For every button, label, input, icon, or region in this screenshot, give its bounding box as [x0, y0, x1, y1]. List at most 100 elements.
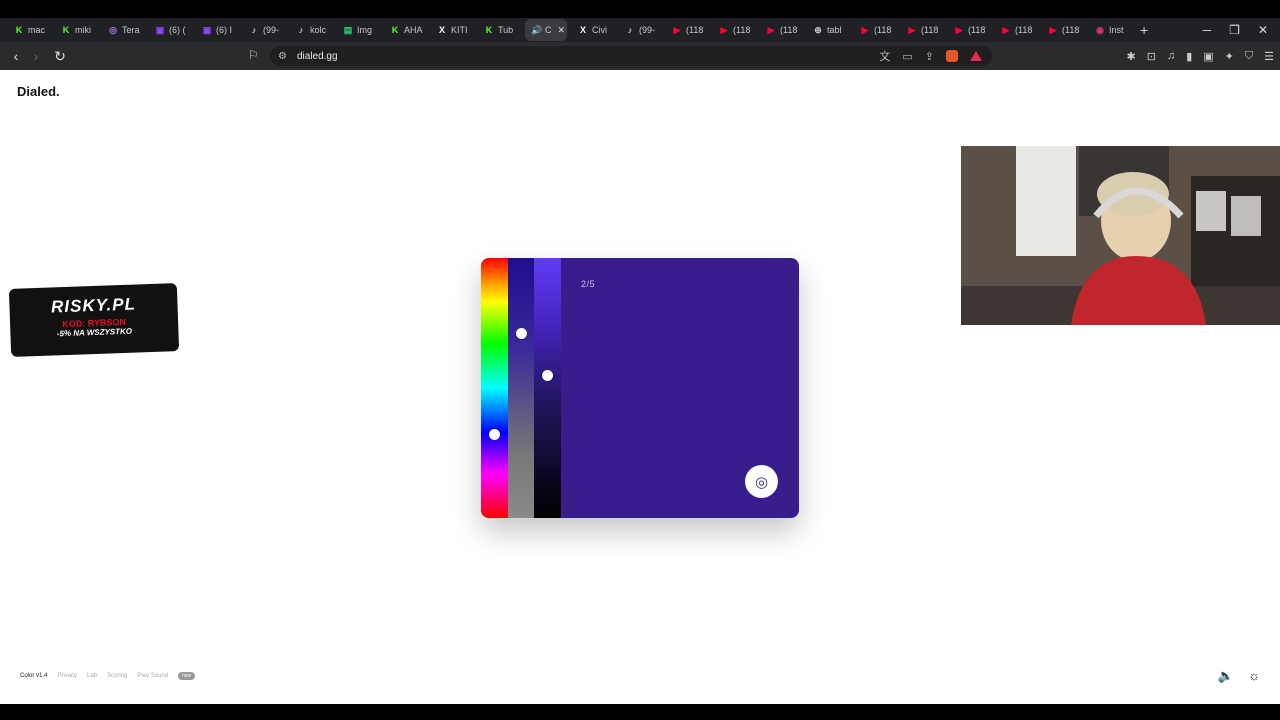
saturation-handle[interactable] — [516, 327, 527, 339]
browser-tab[interactable]: ▤ Img — [337, 19, 379, 41]
tab-label: Civi — [592, 25, 607, 35]
streamer-webcam — [961, 146, 1280, 325]
browser-tab[interactable]: ▶ (118 — [1042, 19, 1084, 41]
browser-tab[interactable]: X Civi — [572, 19, 614, 41]
tab-label: (118 — [733, 25, 751, 35]
forward-icon[interactable]: › — [26, 48, 46, 64]
tab-label: (118 — [1062, 25, 1080, 35]
url-bar[interactable]: ⚙ dialed.gg 文 ▭ ⇪ — [270, 46, 992, 66]
lightness-slider[interactable] — [534, 258, 561, 518]
vpn-icon[interactable]: ⛉ — [1245, 50, 1253, 63]
new-tab-button[interactable]: + — [1140, 22, 1148, 38]
extensions-icon[interactable]: ✱ — [1127, 50, 1136, 63]
minimize-icon[interactable]: ─ — [1203, 23, 1212, 37]
browser-tab[interactable]: Kmiki — [55, 19, 97, 41]
browser-tab[interactable]: ▣ (6) ( — [149, 19, 191, 41]
browser-tab[interactable]: ⊕ tabl — [807, 19, 849, 41]
browser-tab[interactable]: ▶ (118 — [948, 19, 990, 41]
site-logo[interactable]: Dialed. — [17, 84, 60, 99]
share-icon[interactable]: ⇪ — [925, 50, 934, 63]
cast-icon[interactable]: ▭ — [902, 50, 912, 63]
tab-label: Tub — [498, 25, 514, 35]
tab-favicon-icon: ◎ — [109, 25, 117, 35]
address-toolbar: ‹ › ↻ ⚐ ⚙ dialed.gg 文 ▭ ⇪ ✱ ⊡ ♫ ▮ ▣ ✦ ⛉ … — [0, 42, 1280, 70]
footer-link-lab[interactable]: Lab — [87, 673, 97, 679]
browser-tab[interactable]: ▶ (118 — [713, 19, 755, 41]
browser-tab[interactable]: ▶ (118 — [854, 19, 896, 41]
bottom-black-bar — [0, 704, 1280, 720]
sponsor-banner: RISKY.PL KOD: RYBSON -5% NA WSZYSTKO — [8, 283, 180, 357]
browser-tab[interactable]: ♪ kolc — [290, 19, 332, 41]
browser-tab[interactable]: K Tub — [478, 19, 520, 41]
brave-shields-icon[interactable] — [946, 50, 958, 62]
page-content: Dialed. RISKY.PL KOD: RYBSON -5% NA WSZY… — [0, 70, 1280, 704]
leo-ai-icon[interactable]: ✦ — [1225, 50, 1234, 63]
media-icon[interactable]: ♫ — [1167, 50, 1175, 62]
browser-tab[interactable]: ◎ Tera — [102, 19, 144, 41]
translate-icon[interactable]: 文 — [879, 48, 890, 64]
extensions-toolbar: ✱ ⊡ ♫ ▮ ▣ ✦ ⛉ ☰ — [1127, 46, 1275, 66]
browser-tab[interactable]: ♪ (99- — [243, 19, 285, 41]
footer-link-scoring[interactable]: Scoring — [107, 673, 127, 679]
tab-label: (6) ( — [169, 25, 186, 35]
browser-tab[interactable]: ▣ (6) I — [196, 19, 238, 41]
footer-link-play-sound[interactable]: Play Sound — [137, 673, 168, 679]
new-badge: new — [178, 672, 196, 680]
browser-tab[interactable]: ▶ (118 — [901, 19, 943, 41]
tab-favicon-icon: ▶ — [767, 25, 775, 35]
tab-label: Img — [357, 25, 373, 35]
browser-tab[interactable]: Kmac — [8, 19, 50, 41]
tab-label: kolc — [310, 25, 327, 35]
sound-icon[interactable]: 🔈 — [1218, 668, 1234, 684]
reload-icon[interactable]: ↻ — [50, 48, 70, 65]
wallet-icon[interactable]: ▣ — [1203, 50, 1213, 63]
brave-rewards-icon[interactable] — [970, 51, 982, 61]
saturation-slider[interactable] — [508, 258, 534, 518]
tab-favicon-icon: K — [62, 25, 70, 35]
sidebar-icon[interactable]: ▮ — [1186, 50, 1192, 63]
tab-label: KITI — [451, 25, 468, 35]
tab-favicon-icon: ▶ — [1049, 25, 1057, 35]
tab-label: (118 — [968, 25, 986, 35]
tab-label: (118 — [1015, 25, 1033, 35]
tab-favicon-icon: K — [391, 25, 399, 35]
tab-favicon-icon: ▣ — [202, 25, 212, 35]
tab-strip: Kmac Kmiki ◎ Tera ▣ (6) (▣ (6) I ♪ (99- ♪ kolc ▤ Img… — [0, 18, 1280, 42]
top-black-bar — [0, 0, 1280, 18]
browser-tab[interactable]: ▶ (118 — [760, 19, 802, 41]
submit-button[interactable]: ◎ — [745, 465, 778, 498]
version-label: Color v1.4 — [20, 673, 48, 679]
browser-tab[interactable]: 🔊 C ✕ — [525, 19, 567, 41]
back-icon[interactable]: ‹ — [6, 48, 26, 64]
tab-close-icon[interactable]: ✕ — [558, 25, 566, 36]
tab-label: (118 — [686, 25, 704, 35]
site-settings-icon[interactable]: ⚙ — [278, 51, 287, 62]
close-window-icon[interactable]: ✕ — [1258, 23, 1268, 37]
tab-label: AHA — [404, 25, 423, 35]
tab-label: Tera — [122, 25, 140, 35]
tab-label: (99- — [639, 25, 656, 35]
screenshot-icon[interactable]: ⊡ — [1147, 50, 1156, 63]
theme-toggle-icon[interactable]: ☼ — [1248, 668, 1260, 684]
restore-icon[interactable]: ❐ — [1229, 23, 1240, 37]
tab-label: tabl — [827, 25, 842, 35]
browser-tab[interactable]: K AHA — [384, 19, 426, 41]
tab-label: Inst — [1109, 25, 1124, 35]
browser-tab[interactable]: X KITI — [431, 19, 473, 41]
hue-handle[interactable] — [489, 429, 500, 441]
hue-slider[interactable] — [481, 258, 508, 518]
menu-icon[interactable]: ☰ — [1264, 50, 1274, 63]
color-picker-card: 2/5 ◎ — [481, 258, 799, 518]
tab-favicon-icon: ▶ — [861, 25, 869, 35]
tab-favicon-icon: ▶ — [720, 25, 728, 35]
browser-tab[interactable]: ♪ (99- — [619, 19, 661, 41]
lightness-handle[interactable] — [542, 369, 553, 381]
target-icon: ◎ — [754, 473, 769, 491]
browser-tab[interactable]: ◉ Inst — [1089, 19, 1131, 41]
browser-tab[interactable]: ▶ (118 — [995, 19, 1037, 41]
tab-label: miki — [75, 25, 91, 35]
footer-link-privacy[interactable]: Privacy — [57, 673, 77, 679]
bookmark-icon[interactable]: ⚐ — [248, 48, 259, 62]
browser-tab[interactable]: ▶ (118 — [666, 19, 708, 41]
tab-label: (118 — [921, 25, 939, 35]
